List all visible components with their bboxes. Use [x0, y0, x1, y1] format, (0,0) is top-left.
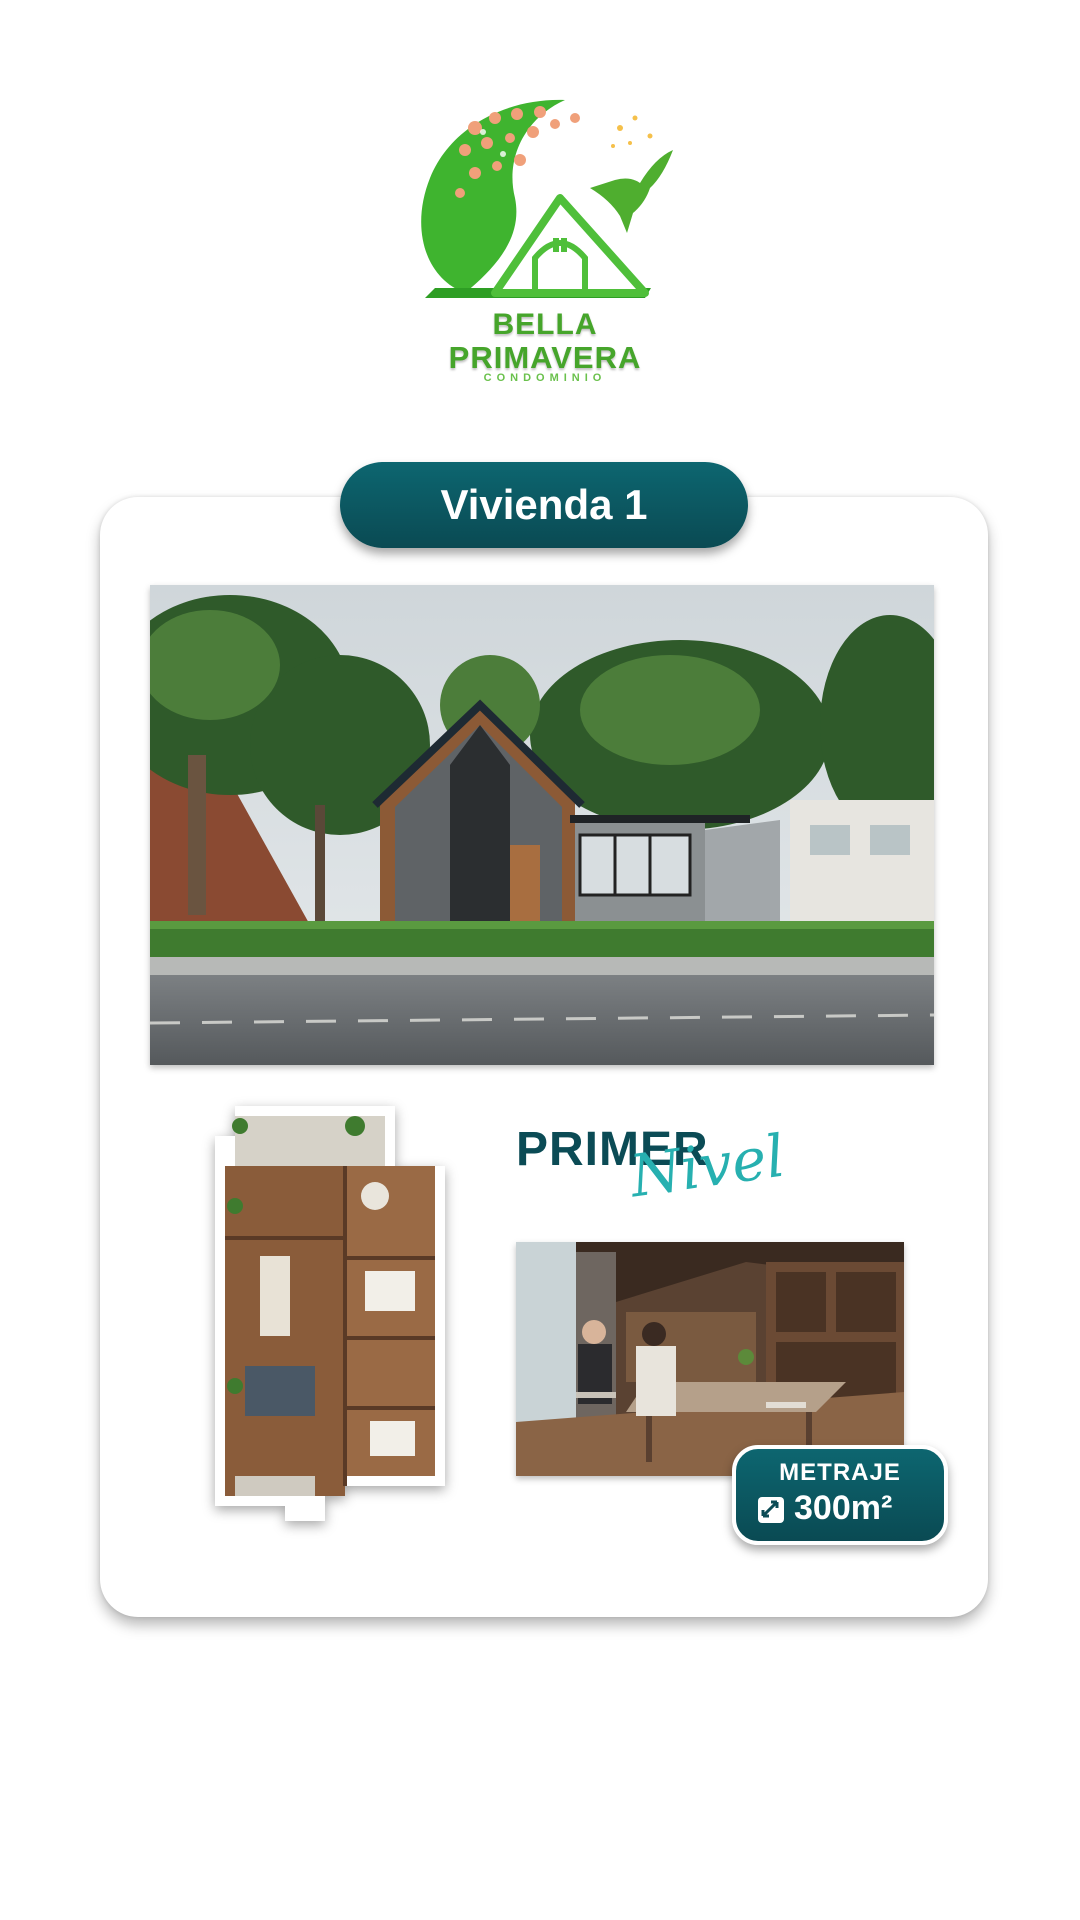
metraje-value: 300m² — [794, 1489, 893, 1527]
logo-line-1: BELLA — [492, 308, 598, 341]
floor-plan-render — [205, 1096, 450, 1526]
logo-line-2: PRIMAVERA — [448, 340, 642, 375]
metraje-badge: METRAJE 300m² — [732, 1445, 948, 1545]
interior-render — [516, 1242, 904, 1476]
exterior-render — [150, 585, 934, 1065]
metraje-label: METRAJE — [779, 1459, 901, 1486]
area-measure-icon — [758, 1497, 784, 1523]
brand-logo: BELLA PRIMAVERA CONDOMINIO — [405, 88, 685, 388]
property-title: Vivienda 1 — [340, 462, 748, 548]
logo-emblem — [421, 99, 673, 298]
hummingbird-icon — [590, 150, 673, 233]
logo-line-3: CONDOMINIO — [483, 372, 607, 384]
